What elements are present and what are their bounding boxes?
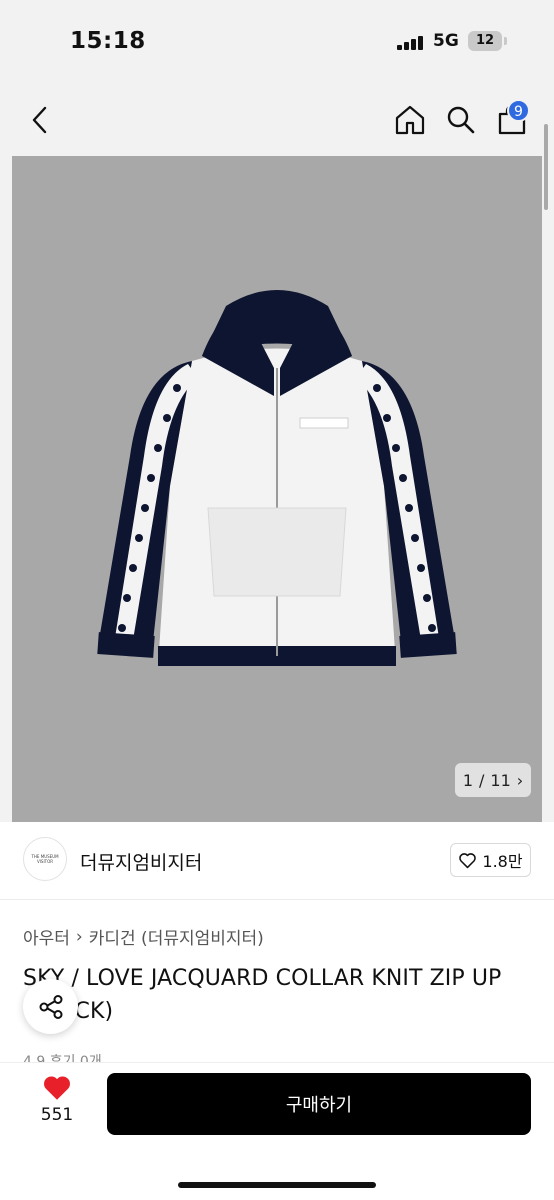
brand-logo[interactable]: THE MUSEUM VISITOR	[23, 837, 67, 881]
brand-like-count: 1.8만	[482, 852, 523, 871]
battery-tip	[504, 37, 507, 45]
breadcrumb-item-outer[interactable]: 아우터	[23, 924, 70, 949]
top-nav	[0, 84, 554, 156]
brand-logo-text: THE MUSEUM VISITOR	[31, 854, 59, 864]
heart-outline-icon	[459, 852, 477, 868]
brand-row[interactable]: THE MUSEUM VISITOR 더뮤지엄비지터 1.8만	[0, 822, 554, 900]
battery-icon: 12	[468, 31, 502, 51]
buy-button[interactable]: 구매하기	[107, 1073, 531, 1135]
image-counter-separator: /	[479, 770, 485, 790]
scrollbar[interactable]	[544, 124, 548, 210]
back-button[interactable]	[22, 84, 58, 156]
breadcrumb: 아우터 › 카디건 (더뮤지엄비지터)	[23, 924, 264, 950]
chevron-right-icon: ›	[75, 926, 83, 947]
cardigan-illustration	[97, 290, 457, 666]
share-button[interactable]	[23, 979, 78, 1034]
home-indicator	[178, 1182, 376, 1188]
search-icon	[447, 106, 475, 134]
image-counter-current: 1	[462, 770, 474, 790]
status-time: 15:18	[70, 28, 146, 54]
image-counter[interactable]: 1 / 11 ›	[455, 763, 531, 797]
breadcrumb-item-cardigan[interactable]: 카디건 (더뮤지엄비지터)	[89, 924, 264, 949]
home-button[interactable]	[390, 84, 430, 156]
chevron-right-icon: ›	[516, 770, 524, 790]
search-button[interactable]	[442, 84, 480, 156]
brand-name[interactable]: 더뮤지엄비지터	[80, 848, 202, 875]
home-icon	[395, 105, 425, 135]
image-counter-total: 11	[490, 770, 511, 790]
product-title: SKY / LOVE JACQUARD COLLAR KNIT ZIP UP (…	[23, 966, 502, 1024]
heart-filled-icon	[44, 1076, 70, 1100]
status-bar: 15:18 5G 12	[0, 0, 554, 84]
wishlist-button[interactable]: 551	[30, 1074, 84, 1125]
network-label: 5G	[433, 31, 459, 51]
share-icon	[39, 994, 62, 1019]
signal-icon	[397, 36, 427, 50]
product-image[interactable]	[12, 156, 542, 822]
brand-like-button[interactable]: 1.8만	[450, 843, 531, 877]
back-arrow-icon	[32, 106, 47, 134]
wishlist-count: 551	[40, 1105, 74, 1125]
cart-count-badge: 9	[507, 99, 530, 122]
